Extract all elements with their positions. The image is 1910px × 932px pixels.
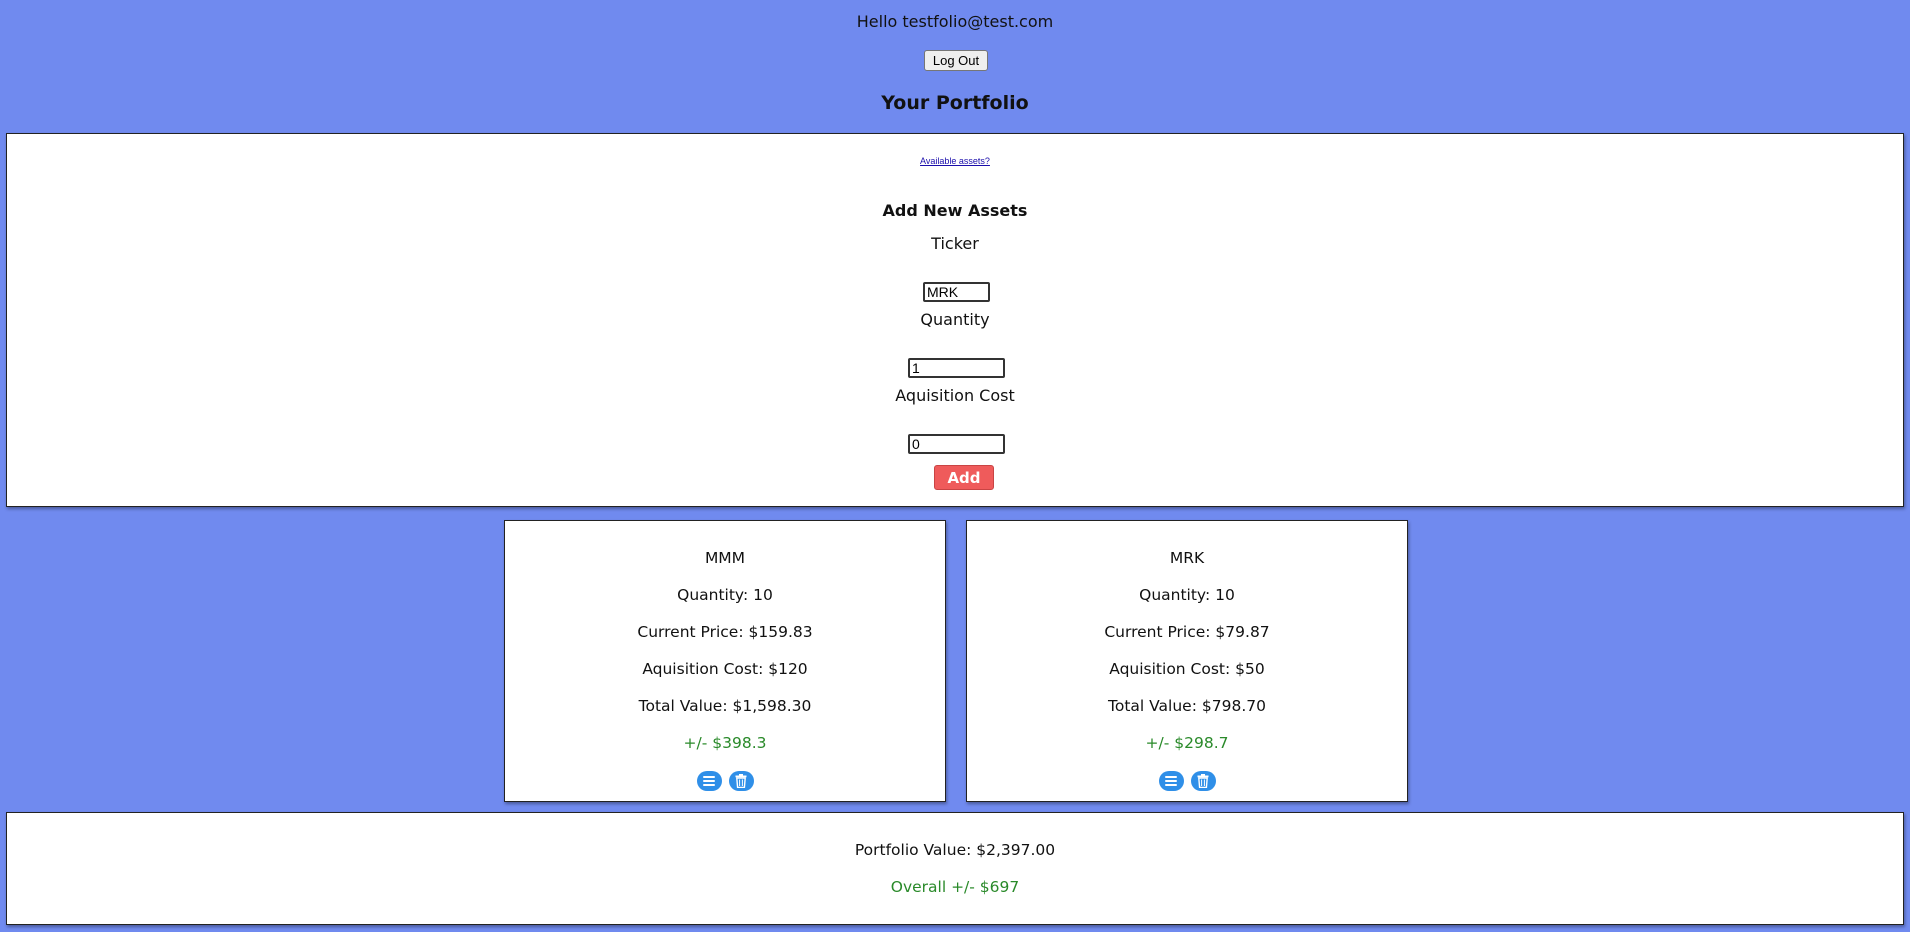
asset-ticker: MRK — [1169, 549, 1205, 567]
asset-gain: +/- $398.3 — [683, 734, 767, 752]
add-button[interactable]: Add — [934, 465, 994, 490]
trash-icon[interactable] — [1190, 771, 1216, 791]
add-assets-heading: Add New Assets — [882, 201, 1028, 220]
asset-total-value: Total Value: $798.70 — [1108, 697, 1266, 715]
quantity-label: Quantity — [920, 310, 990, 329]
asset-total-value: Total Value: $1,598.30 — [638, 697, 812, 715]
asset-card-mmm: MMM Quantity: 10 Current Price: $159.83 … — [504, 520, 946, 802]
portfolio-summary: Portfolio Value: $2,397.00 Overall +/- $… — [6, 812, 1904, 925]
asset-acquisition-cost: Aquisition Cost: $50 — [1109, 660, 1265, 678]
list-icon[interactable] — [696, 771, 722, 791]
asset-quantity: Quantity: 10 — [677, 586, 773, 604]
overall-gain: Overall +/- $697 — [890, 878, 1020, 896]
ticker-label: Ticker — [931, 234, 979, 253]
greeting: Hello testfolio@test.com — [856, 12, 1054, 31]
acquisition-cost-input[interactable] — [908, 434, 1005, 454]
list-icon[interactable] — [1158, 771, 1184, 791]
acquisition-cost-label: Aquisition Cost — [895, 386, 1015, 405]
trash-icon[interactable] — [728, 771, 754, 791]
asset-current-price: Current Price: $79.87 — [1104, 623, 1270, 641]
asset-quantity: Quantity: 10 — [1139, 586, 1235, 604]
available-assets-link[interactable]: Available assets? — [7, 156, 1903, 166]
asset-gain: +/- $298.7 — [1145, 734, 1229, 752]
page-title: Your Portfolio — [881, 92, 1029, 114]
asset-acquisition-cost: Aquisition Cost: $120 — [642, 660, 808, 678]
asset-ticker: MMM — [704, 549, 746, 567]
asset-card-mrk: MRK Quantity: 10 Current Price: $79.87 A… — [966, 520, 1408, 802]
asset-actions — [505, 771, 945, 791]
portfolio-value: Portfolio Value: $2,397.00 — [854, 841, 1056, 859]
add-assets-panel: Available assets? Add New Assets Ticker … — [6, 133, 1904, 507]
logout-button[interactable]: Log Out — [924, 50, 988, 71]
ticker-input[interactable] — [923, 282, 990, 302]
asset-actions — [967, 771, 1407, 791]
asset-current-price: Current Price: $159.83 — [637, 623, 813, 641]
quantity-input[interactable] — [908, 358, 1005, 378]
